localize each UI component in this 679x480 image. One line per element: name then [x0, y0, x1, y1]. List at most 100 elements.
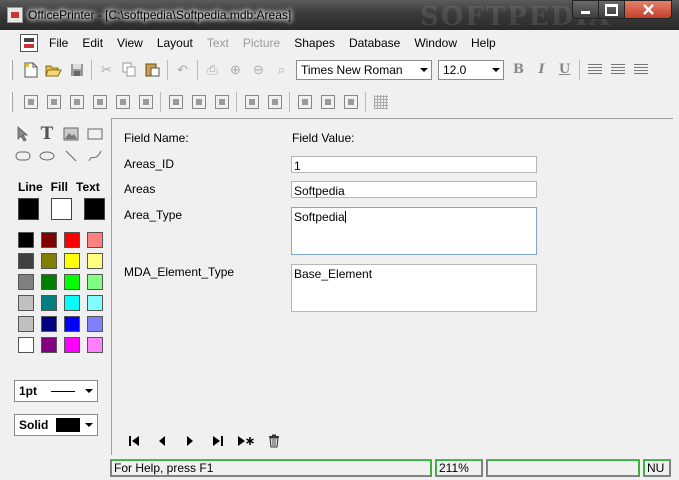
field-name-header: Field Name: — [124, 131, 189, 145]
pointer-tool-icon[interactable] — [12, 124, 34, 144]
palette-color-swatch[interactable] — [41, 295, 57, 311]
menu-file[interactable]: File — [42, 30, 75, 56]
palette-color-swatch[interactable] — [64, 295, 80, 311]
print-icon[interactable]: ⎙ — [201, 59, 224, 81]
align-left-button[interactable] — [583, 59, 606, 81]
palette-color-swatch[interactable] — [64, 316, 80, 332]
minimize-button[interactable] — [572, 0, 599, 19]
rounded-rectangle-tool-icon[interactable] — [12, 146, 34, 166]
palette-color-swatch[interactable] — [18, 316, 34, 332]
line-color-swatch[interactable] — [18, 198, 39, 220]
palette-color-swatch[interactable] — [41, 316, 57, 332]
last-record-button[interactable] — [206, 431, 230, 451]
center-horizontal-button[interactable] — [134, 91, 157, 113]
document-icon[interactable] — [20, 34, 38, 52]
text-tool-icon[interactable]: T — [36, 124, 58, 144]
maximize-button[interactable] — [598, 0, 625, 19]
menu-shapes[interactable]: Shapes — [287, 30, 342, 56]
palette-color-swatch[interactable] — [87, 337, 103, 353]
align-rights-button[interactable] — [42, 91, 65, 113]
line-width-combo[interactable]: 1pt — [14, 380, 98, 402]
menu-layout[interactable]: Layout — [150, 30, 200, 56]
line-tool-icon[interactable] — [60, 146, 82, 166]
underline-button[interactable]: U — [553, 59, 576, 81]
font-name-combo[interactable]: Times New Roman — [296, 59, 432, 80]
first-record-button[interactable] — [122, 431, 146, 451]
palette-color-swatch[interactable] — [87, 295, 103, 311]
align-tops-button[interactable] — [65, 91, 88, 113]
menu-window[interactable]: Window — [407, 30, 464, 56]
menu-view[interactable]: View — [110, 30, 150, 56]
center-page-h-button[interactable] — [187, 91, 210, 113]
menu-text[interactable]: Text — [200, 30, 236, 56]
palette-color-swatch[interactable] — [64, 274, 80, 290]
align-right-button[interactable] — [629, 59, 652, 81]
palette-color-swatch[interactable] — [41, 253, 57, 269]
menu-edit[interactable]: Edit — [75, 30, 110, 56]
zoom-in-icon[interactable]: ⊕ — [224, 59, 247, 81]
menu-help[interactable]: Help — [464, 30, 503, 56]
close-button[interactable] — [624, 0, 672, 19]
palette-color-swatch[interactable] — [87, 232, 103, 248]
align-lefts-button[interactable] — [19, 91, 42, 113]
space-across-button[interactable] — [240, 91, 263, 113]
center-vertical-button[interactable] — [111, 91, 134, 113]
palette-color-swatch[interactable] — [41, 232, 57, 248]
palette-color-swatch[interactable] — [87, 316, 103, 332]
toolbar-grip[interactable] — [10, 59, 13, 80]
palette-color-swatch[interactable] — [18, 337, 34, 353]
open-folder-icon[interactable] — [42, 59, 65, 81]
freehand-tool-icon[interactable] — [84, 146, 106, 166]
text-color-swatch[interactable] — [84, 198, 105, 220]
picture-tool-icon[interactable] — [60, 124, 82, 144]
palette-color-swatch[interactable] — [18, 232, 34, 248]
toolbar-grip[interactable] — [10, 91, 13, 112]
areas-id-input[interactable]: 1 — [291, 156, 537, 173]
menu-picture[interactable]: Picture — [236, 30, 287, 56]
align-bottoms-button[interactable] — [88, 91, 111, 113]
fill-color-swatch[interactable] — [51, 198, 72, 220]
center-page-v-icon — [214, 94, 229, 109]
mda-element-type-input[interactable]: Base_Element — [291, 264, 537, 312]
palette-color-swatch[interactable] — [18, 295, 34, 311]
grid-button[interactable] — [369, 91, 392, 113]
same-width-button[interactable] — [293, 91, 316, 113]
palette-color-swatch[interactable] — [41, 337, 57, 353]
palette-color-swatch[interactable] — [18, 253, 34, 269]
previous-record-button[interactable] — [150, 431, 174, 451]
align-center-button[interactable] — [606, 59, 629, 81]
palette-color-swatch[interactable] — [41, 274, 57, 290]
ellipse-tool-icon[interactable] — [36, 146, 58, 166]
palette-color-swatch[interactable] — [64, 253, 80, 269]
palette-color-swatch[interactable] — [87, 274, 103, 290]
palette-color-swatch[interactable] — [64, 232, 80, 248]
cut-icon[interactable]: ✂ — [95, 59, 118, 81]
palette-color-swatch[interactable] — [64, 337, 80, 353]
paste-icon[interactable] — [141, 59, 164, 81]
palette-color-swatch[interactable] — [87, 253, 103, 269]
menu-database[interactable]: Database — [342, 30, 407, 56]
undo-icon[interactable]: ↶ — [171, 59, 194, 81]
bold-button[interactable]: B — [507, 59, 530, 81]
delete-record-button[interactable] — [262, 431, 286, 451]
fill-style-combo[interactable]: Solid — [14, 414, 98, 436]
rectangle-tool-icon[interactable] — [84, 124, 106, 144]
copy-icon[interactable] — [118, 59, 141, 81]
zoom-fit-icon[interactable]: ⌕ — [270, 59, 293, 81]
app-icon[interactable] — [7, 7, 23, 23]
areas-input[interactable]: Softpedia — [291, 181, 537, 198]
area-type-input[interactable]: Softpedia — [291, 207, 537, 255]
new-file-icon[interactable] — [19, 59, 42, 81]
space-down-button[interactable] — [263, 91, 286, 113]
new-record-button[interactable] — [234, 431, 258, 451]
next-record-button[interactable] — [178, 431, 202, 451]
center-page-v-button[interactable] — [210, 91, 233, 113]
zoom-out-icon[interactable]: ⊖ — [247, 59, 270, 81]
font-size-combo[interactable]: 12.0 — [438, 59, 504, 80]
palette-color-swatch[interactable] — [18, 274, 34, 290]
center-page-button[interactable] — [164, 91, 187, 113]
same-size-button[interactable] — [339, 91, 362, 113]
same-height-button[interactable] — [316, 91, 339, 113]
save-icon[interactable] — [65, 59, 88, 81]
italic-button[interactable]: I — [530, 59, 553, 81]
